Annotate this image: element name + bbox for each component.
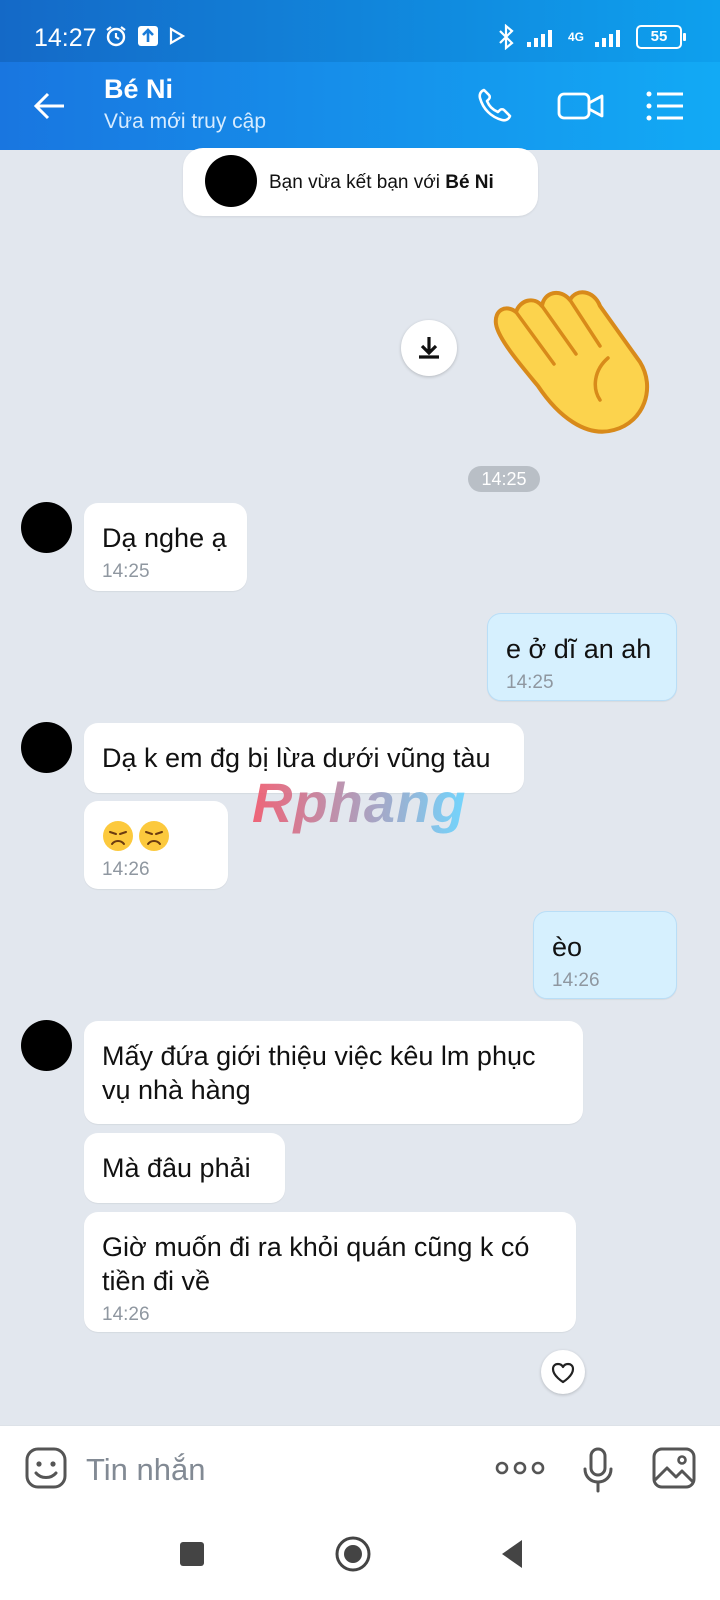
message-bubble[interactable]: Giờ muốn đi ra khỏi quán cũng k có tiền … — [84, 1212, 576, 1332]
message-emoji — [102, 819, 210, 853]
message-time: 14:26 — [552, 970, 600, 991]
friend-added-prefix: Bạn vừa kết bạn với — [269, 172, 440, 193]
menu-list-icon[interactable] — [643, 84, 687, 128]
message-input[interactable] — [84, 1450, 388, 1490]
status-right-icons: 4G 55 — [496, 24, 686, 50]
alarm-icon — [106, 26, 126, 47]
message-composer — [0, 1425, 720, 1511]
contact-status: Vừa mới truy cập — [104, 110, 267, 133]
download-icon — [419, 337, 439, 359]
chat-header: Bé Ni Vừa mới truy cập — [0, 62, 720, 150]
sticker-time: 14:25 — [468, 466, 540, 492]
avatar[interactable] — [21, 1020, 72, 1071]
contact-name[interactable]: Bé Ni — [104, 74, 173, 105]
heart-icon — [551, 1362, 575, 1384]
recent-apps-icon[interactable] — [172, 1534, 212, 1574]
watermark-logo: Rphang — [252, 771, 467, 834]
battery-level: 55 — [650, 28, 668, 45]
message-bubble[interactable]: Dạ nghe ạ 14:25 — [84, 503, 247, 591]
status-time: 14:27 — [34, 24, 97, 52]
friend-added-name: Bé Ni — [445, 172, 494, 193]
disappointed-face-icon — [139, 821, 169, 851]
friend-added-text: Bạn vừa kết bạn với Bé Ni — [269, 172, 494, 194]
message-text: Mà đâu phải — [102, 1153, 251, 1183]
signal-icon — [526, 30, 552, 47]
video-call-icon[interactable] — [556, 84, 606, 128]
disappointed-face-icon — [103, 821, 133, 851]
message-text: Giờ muốn đi ra khỏi quán cũng k có tiền … — [102, 1232, 530, 1296]
message-bubble[interactable]: e ở dĩ an ah 14:25 — [487, 613, 677, 701]
avatar[interactable] — [21, 502, 72, 553]
message-time: 14:26 — [102, 859, 150, 880]
message-time: 14:25 — [102, 561, 150, 582]
message-text: èo — [552, 932, 583, 962]
message-time: 14:25 — [506, 672, 554, 693]
back-arrow-icon[interactable] — [30, 86, 70, 126]
message-text: e ở dĩ an ah — [506, 634, 652, 664]
sticker-emoji-icon[interactable] — [24, 1446, 68, 1490]
message-bubble[interactable]: 14:26 — [84, 801, 228, 889]
friend-added-card: Bạn vừa kết bạn với Bé Ni — [183, 148, 538, 216]
message-bubble[interactable]: èo 14:26 — [533, 911, 677, 999]
message-text: Mấy đứa giới thiệu việc kêu lm phục vụ n… — [102, 1041, 536, 1105]
home-icon[interactable] — [333, 1534, 373, 1574]
message-text: Dạ nghe ạ — [102, 523, 227, 553]
more-options-icon[interactable] — [494, 1456, 546, 1480]
download-button[interactable] — [401, 320, 457, 376]
waving-hand-icon[interactable] — [490, 266, 666, 436]
phone-call-icon[interactable] — [474, 84, 518, 128]
react-heart-button[interactable] — [541, 1350, 585, 1394]
signal-icon-2 — [595, 30, 620, 47]
microphone-icon[interactable] — [580, 1446, 616, 1494]
network-type: 4G — [567, 30, 584, 44]
message-bubble[interactable]: Mấy đứa giới thiệu việc kêu lm phục vụ n… — [84, 1021, 583, 1124]
bluetooth-icon — [499, 24, 514, 50]
back-nav-icon[interactable] — [494, 1534, 534, 1574]
avatar — [205, 155, 257, 207]
battery-icon: 55 — [636, 25, 686, 49]
message-bubble[interactable]: Mà đâu phải — [84, 1133, 285, 1203]
message-time: 14:26 — [102, 1304, 150, 1325]
status-bar: 14:27 4G 55 — [0, 0, 720, 62]
system-nav-bar — [0, 1510, 720, 1600]
avatar[interactable] — [21, 722, 72, 773]
status-left-icons — [104, 24, 186, 48]
upload-icon — [138, 26, 158, 46]
play-store-icon — [169, 27, 186, 45]
gallery-image-icon[interactable] — [651, 1446, 697, 1490]
